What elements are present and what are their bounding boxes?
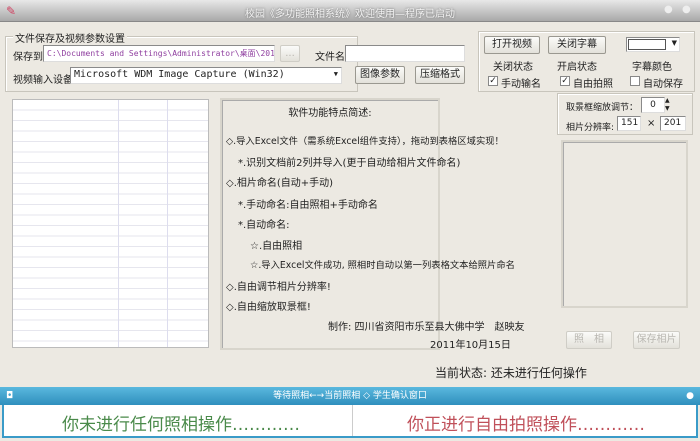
close-icon[interactable]: ● (686, 387, 694, 405)
spinner-arrows-icon[interactable]: ▲ ▼ (665, 97, 673, 113)
file-settings-title: 文件保存及视频参数设置 (13, 30, 127, 45)
device-label: 视频输入设备 (13, 75, 73, 86)
window-icon: ◘ (6, 391, 14, 401)
date-line: 2011年10月15日 (430, 340, 511, 351)
confirm-window-titlebar: ◘ 等待照相←→当前照相 ◇ 学生确认窗口 ● (0, 387, 700, 405)
feature-line: *.识别文档前2列并导入(更于自动给相片文件命名) (238, 158, 461, 169)
manual-naming-label: 手动输名 (501, 79, 541, 90)
features-title: 软件功能特点简述: (288, 108, 372, 119)
manual-naming-checkbox[interactable]: ✓ (488, 76, 498, 86)
save-to-label: 保存到 (13, 52, 43, 63)
resolution-label: 相片分辨率: (566, 123, 615, 133)
feature-line: *.手动命名:自由照相+手动命名 (238, 200, 378, 211)
confirm-window-title: 等待照相←→当前照相 ◇ 学生确认窗口 (273, 391, 427, 401)
close-caption-button[interactable]: 关闭字幕 (548, 36, 606, 54)
title-bar: ✎ 校园《多功能照相系统》欢迎使用—程序已启动 ● ● (0, 0, 700, 22)
auto-save-label: 自动保存 (643, 79, 683, 90)
save-photo-button[interactable]: 保存相片 (633, 331, 680, 349)
feature-line: ◇.导入Excel文件（需系统Excel组件支持），拖动到表格区域实现！ (226, 136, 504, 147)
auto-save-checkbox[interactable] (630, 76, 640, 86)
data-table[interactable] (12, 99, 209, 348)
feature-line: ◇.自由缩放取景框! (226, 302, 311, 313)
zoom-spinner[interactable]: 0 (641, 97, 665, 113)
column-divider (118, 100, 119, 347)
compression-button[interactable]: 压缩格式 (415, 66, 465, 84)
filename-label: 文件名 (315, 52, 345, 63)
filename-input[interactable] (345, 45, 465, 62)
confirm-window-body: 你未进行任何照相操作………… 你正进行自由拍照操作………… (2, 405, 698, 438)
open-video-button[interactable]: 打开视频 (484, 36, 540, 54)
feature-line: ◇.自由调节相片分辨率! (226, 282, 331, 293)
video-state: 关闭状态 (493, 62, 533, 73)
color-swatch (628, 39, 666, 50)
free-shoot-label: 自由拍照 (573, 79, 613, 90)
chevron-down-icon: ▼ (333, 70, 338, 78)
feature-line: ☆.自由照相 (250, 241, 303, 252)
free-shoot-checkbox[interactable]: ✓ (560, 76, 570, 86)
chevron-down-icon: ▼ (671, 39, 677, 47)
caption-color-label: 字幕颜色 (632, 62, 672, 73)
caption-color-select[interactable]: ▼ (626, 37, 680, 52)
feature-line: *.自动命名: (238, 220, 290, 231)
feature-line: ◇.相片命名(自动+手动) (226, 178, 334, 189)
author-line: 制作: 四川省资阳市乐至县大佛中学 赵映友 (328, 322, 525, 333)
zoom-value: 0 (650, 100, 656, 110)
column-divider (167, 100, 168, 347)
caption-state: 开启状态 (557, 62, 597, 73)
right-message: 你正进行自由拍照操作………… (407, 415, 645, 435)
features-panel: 软件功能特点简述: ◇.导入Excel文件（需系统Excel组件支持），拖动到表… (220, 98, 525, 351)
save-path-input[interactable]: C:\Documents and Settings\Administrator\… (43, 45, 275, 62)
browse-button[interactable]: ... (280, 45, 300, 62)
close-icon[interactable]: ● (682, 4, 691, 15)
zoom-label: 取景框缩放调节： (566, 103, 639, 113)
times-sign: × (647, 118, 656, 129)
divider (352, 405, 353, 436)
image-params-button[interactable]: 图像参数 (355, 66, 405, 84)
feature-line: ☆.导入Excel文件成功, 照相时自动以第一列表格文本给照片命名 (250, 260, 515, 271)
shoot-button[interactable]: 照 相 (566, 331, 612, 349)
width-input[interactable]: 151 (617, 116, 641, 131)
status-text: 当前状态: 还未进行任何操作 (435, 366, 587, 380)
device-value: Microsoft WDM Image Capture (Win32) (74, 69, 285, 80)
window-title: 校园《多功能照相系统》欢迎使用—程序已启动 (245, 9, 455, 20)
height-input[interactable]: 201 (660, 116, 686, 131)
device-select[interactable]: Microsoft WDM Image Capture (Win32) ▼ (70, 67, 342, 84)
left-message: 你未进行任何照相操作………… (62, 415, 300, 435)
minimize-icon[interactable]: ● (664, 4, 673, 15)
photo-preview (561, 140, 688, 308)
